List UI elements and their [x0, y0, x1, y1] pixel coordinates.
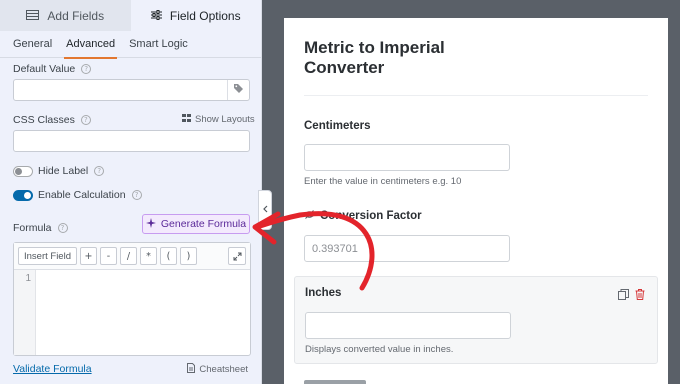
tab-add-fields-label: Add Fields — [47, 8, 105, 23]
validate-formula-link[interactable]: Validate Formula — [13, 363, 92, 375]
tab-field-options[interactable]: Field Options — [130, 0, 261, 31]
enable-calculation-toggle[interactable] — [13, 190, 33, 201]
show-layouts-link[interactable]: Show Layouts — [182, 114, 255, 125]
collapse-panel-button[interactable] — [258, 190, 272, 230]
centimeters-input[interactable] — [304, 144, 510, 171]
css-classes-label-row: CSS Classes ? — [13, 114, 91, 126]
input-value: 0.393701 — [312, 243, 358, 255]
css-classes-label: CSS Classes — [13, 114, 75, 126]
submit-button[interactable] — [304, 380, 366, 384]
default-value-label-row: Default Value ? — [13, 63, 92, 75]
hide-label-toggle[interactable] — [13, 166, 33, 177]
subtab-general[interactable]: General — [13, 31, 52, 58]
multiply-operator-button[interactable]: * — [140, 247, 157, 265]
panel-tabs: Add Fields Field Options — [0, 0, 261, 31]
subtab-advanced[interactable]: Advanced — [64, 31, 118, 59]
sliders-icon — [150, 9, 162, 23]
generate-formula-label: Generate Formula — [160, 218, 247, 230]
conversion-factor-label-row: Conversion Factor — [303, 210, 422, 222]
hide-label-row: Hide Label ? — [38, 165, 105, 177]
formula-editor[interactable]: Insert Field + - / * ( ) 1 — [13, 242, 251, 356]
table-icon — [26, 9, 40, 23]
tab-add-fields[interactable]: Add Fields — [0, 0, 131, 31]
options-subtabs: General Advanced Smart Logic — [0, 31, 261, 59]
field-actions — [618, 287, 645, 305]
document-icon — [187, 363, 196, 376]
grid-icon — [182, 114, 191, 125]
field-label: Conversion Factor — [320, 210, 422, 222]
form-title: Metric to Imperial Converter — [304, 38, 445, 77]
trash-icon[interactable] — [635, 287, 645, 305]
sparkle-icon — [145, 217, 156, 231]
formula-label-row: Formula ? — [13, 222, 68, 234]
tab-field-options-label: Field Options — [169, 8, 241, 23]
plus-operator-button[interactable]: + — [80, 247, 97, 265]
generate-formula-button[interactable]: Generate Formula — [142, 214, 250, 234]
inches-input[interactable] — [305, 312, 511, 339]
default-value-label: Default Value — [13, 63, 76, 75]
divide-operator-button[interactable]: / — [120, 247, 137, 265]
minus-operator-button[interactable]: - — [100, 247, 117, 265]
field-label: Centimeters — [304, 120, 371, 132]
formula-label: Formula — [13, 222, 52, 234]
expand-icon[interactable] — [228, 247, 246, 265]
enable-calculation-row: Enable Calculation ? — [38, 189, 142, 201]
help-icon[interactable]: ? — [80, 115, 91, 125]
subtab-smart-logic[interactable]: Smart Logic — [129, 31, 188, 58]
field-options-panel: Add Fields Field Options General Advance… — [0, 0, 262, 384]
conversion-factor-input[interactable]: 0.393701 — [304, 235, 510, 262]
help-icon[interactable]: ? — [81, 64, 92, 74]
selected-field[interactable]: Inches Displays converted value in inche… — [294, 276, 658, 364]
help-icon[interactable]: ? — [57, 223, 68, 233]
cheatsheet-link[interactable]: Cheatsheet — [187, 363, 248, 376]
formula-toolbar: Insert Field + - / * ( ) — [14, 243, 250, 270]
form-preview: Metric to Imperial Converter Centimeters… — [284, 18, 668, 384]
show-layouts-label: Show Layouts — [195, 114, 255, 125]
chevron-left-icon — [262, 205, 268, 216]
tag-icon — [233, 81, 244, 99]
css-classes-input[interactable] — [13, 130, 250, 152]
open-paren-button[interactable]: ( — [160, 247, 177, 265]
help-icon[interactable]: ? — [131, 190, 142, 200]
line-numbers: 1 — [14, 270, 36, 355]
title-divider — [304, 95, 648, 96]
help-icon[interactable]: ? — [94, 166, 105, 176]
field-description: Displays converted value in inches. — [305, 344, 454, 355]
hide-label-label: Hide Label — [38, 165, 89, 177]
insert-field-button[interactable]: Insert Field — [18, 247, 77, 265]
smart-tags-button[interactable] — [227, 80, 249, 100]
duplicate-icon[interactable] — [618, 287, 629, 305]
eye-slash-icon — [303, 210, 316, 222]
cheatsheet-label: Cheatsheet — [199, 364, 248, 375]
close-paren-button[interactable]: ) — [180, 247, 197, 265]
enable-calculation-label: Enable Calculation — [38, 189, 126, 201]
field-description: Enter the value in centimeters e.g. 10 — [304, 176, 462, 187]
field-label: Inches — [305, 287, 342, 299]
default-value-input[interactable] — [13, 79, 250, 101]
